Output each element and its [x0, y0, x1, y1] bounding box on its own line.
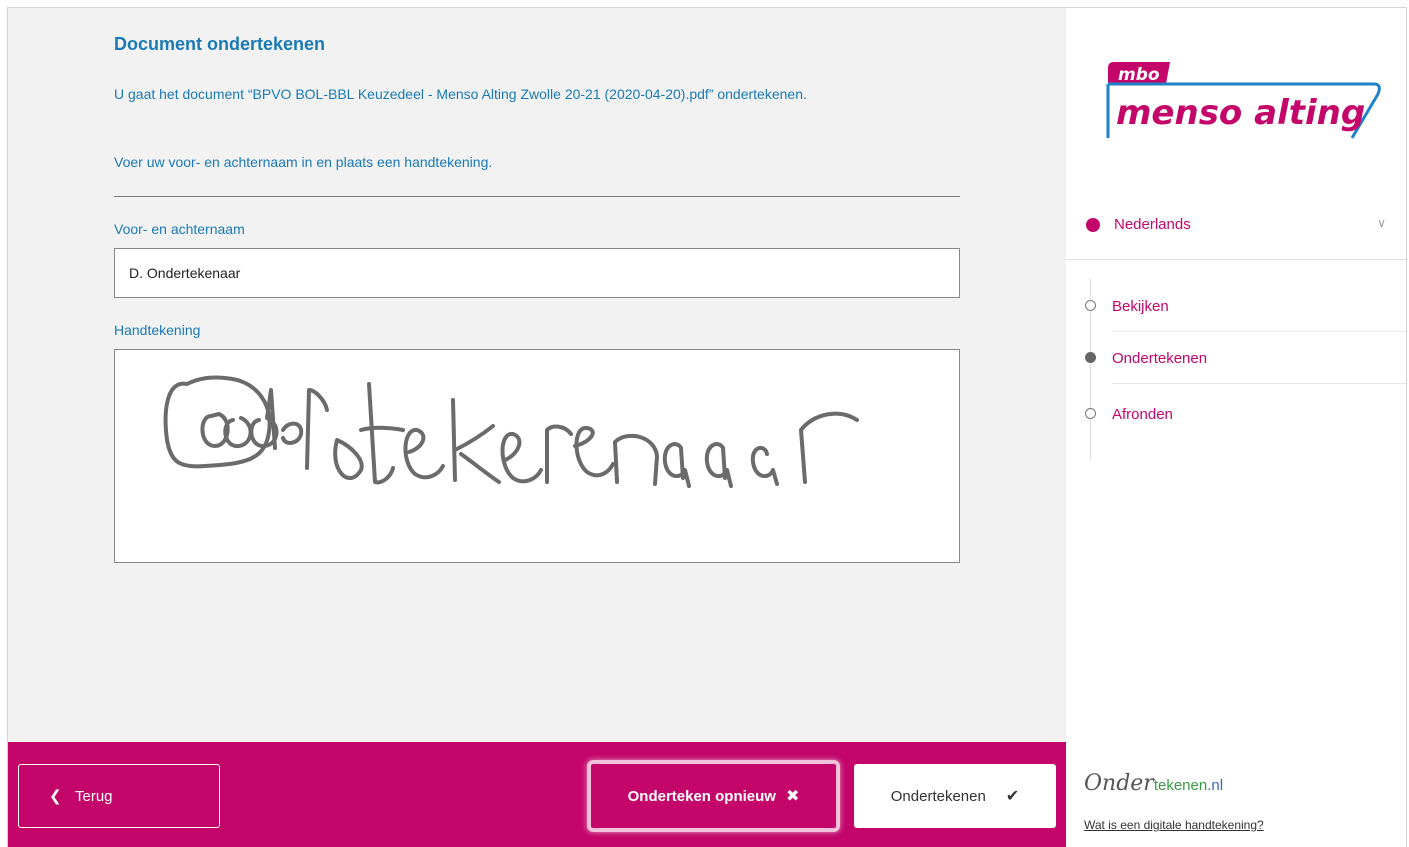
signature-pad[interactable] — [114, 349, 960, 563]
name-field-label: Voor- en achternaam — [114, 221, 245, 237]
back-button-label: Terug — [75, 787, 113, 805]
divider — [114, 196, 960, 197]
sign-button[interactable]: Ondertekenen ✔ — [854, 764, 1056, 828]
name-field[interactable] — [114, 248, 960, 298]
back-button[interactable]: ❮ Terug — [18, 764, 220, 828]
step-indicator — [1085, 300, 1096, 311]
sign-again-label: Onderteken opnieuw — [627, 787, 776, 805]
action-bar: ❮ Terug Onderteken opnieuw ✖ Ondertekene… — [8, 742, 1066, 847]
app-frame: Document ondertekenen U gaat het documen… — [7, 7, 1407, 847]
digital-signature-info-link[interactable]: Wat is een digitale handtekening? — [1084, 818, 1264, 832]
step-label: Afronden — [1112, 405, 1173, 423]
step-indicator — [1085, 408, 1096, 419]
divider — [1112, 383, 1406, 384]
check-icon: ✔ — [1005, 788, 1020, 805]
ondertekenen-nl-logo: Ondertekenen.nl — [1084, 770, 1223, 796]
language-label: Nederlands — [1114, 216, 1191, 233]
globe-icon — [1086, 218, 1100, 232]
step-label: Ondertekenen — [1112, 349, 1208, 367]
language-selector[interactable]: Nederlands ∨ — [1066, 204, 1406, 260]
step-afronden[interactable]: Afronden — [1066, 388, 1406, 440]
instruction-text: Voer uw voor- en achternaam in en plaats… — [114, 154, 493, 170]
close-icon: ✖ — [785, 788, 800, 805]
logo-menso-alting: menso alting — [1116, 93, 1365, 133]
sign-again-button[interactable]: Onderteken opnieuw ✖ — [587, 760, 840, 832]
brand-part-nl: .nl — [1207, 777, 1224, 794]
step-indicator-active — [1085, 352, 1096, 363]
main-panel: Document ondertekenen U gaat het documen… — [8, 8, 1066, 742]
menso-alting-logo: mbo menso alting — [1100, 54, 1382, 154]
page-title: Document ondertekenen — [114, 34, 326, 54]
step-label: Bekijken — [1112, 297, 1169, 315]
document-intro: U gaat het document “BPVO BOL-BBL Keuzed… — [114, 86, 807, 102]
logo-mbo: mbo — [1118, 65, 1160, 85]
chevron-down-icon: ∨ — [1377, 216, 1386, 230]
step-ondertekenen[interactable]: Ondertekenen — [1066, 332, 1406, 384]
signature-label: Handtekening — [114, 322, 201, 338]
brand-part-onder: Onder — [1084, 771, 1154, 796]
signature-drawing — [163, 375, 859, 488]
chevron-left-icon: ❮ — [49, 788, 62, 805]
step-bekijken[interactable]: Bekijken — [1066, 280, 1406, 332]
sidebar: mbo menso alting Nederlands ∨ Bekijken O… — [1066, 8, 1406, 847]
sign-button-label: Ondertekenen — [890, 787, 986, 805]
brand-part-tekenen: tekenen — [1153, 777, 1208, 794]
